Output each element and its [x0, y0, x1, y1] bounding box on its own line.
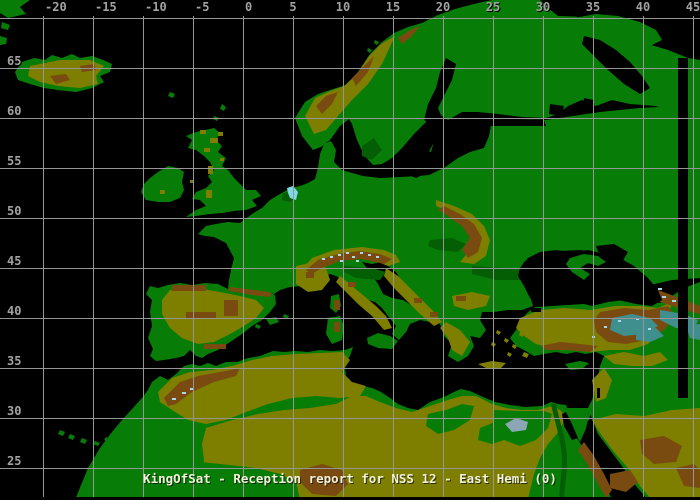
- lon-tick-label: 10: [335, 0, 351, 14]
- lon-tick-label: 5: [289, 0, 297, 14]
- lat-tick-label: 30: [7, 404, 22, 418]
- lon-tick-label: -10: [145, 0, 167, 14]
- lon-tick-label: -20: [45, 0, 67, 14]
- map-caption: KingOfSat - Reception report for NSS 12 …: [143, 471, 557, 486]
- lat-tick-label: 55: [7, 154, 22, 168]
- lat-tick-label: 65: [7, 54, 22, 68]
- lon-tick-label: 45: [685, 0, 700, 14]
- data-edge-strip: [678, 58, 688, 398]
- lat-tick-label: 40: [7, 304, 22, 318]
- lon-tick-label: 25: [485, 0, 501, 14]
- lat-tick-label: 35: [7, 354, 22, 368]
- sea-of-marmara: [531, 308, 541, 312]
- lon-tick-label: 40: [635, 0, 651, 14]
- lat-tick-label: 60: [7, 104, 22, 118]
- lon-tick-label: 30: [535, 0, 551, 14]
- lon-tick-label: 20: [435, 0, 451, 14]
- mountains-massif-core: [306, 272, 314, 278]
- dead-sea: [597, 388, 600, 398]
- lake-ladoga: [549, 104, 564, 116]
- lon-tick-label: 0: [245, 0, 253, 14]
- europe-terrain-map: [0, 0, 700, 500]
- lon-tick-label: -15: [95, 0, 117, 14]
- lat-tick-label: 25: [7, 454, 22, 468]
- lon-tick-label: 15: [385, 0, 401, 14]
- lon-tick-label: 35: [585, 0, 601, 14]
- lon-tick-label: -5: [195, 0, 210, 14]
- lat-tick-label: 45: [7, 254, 22, 268]
- lat-tick-label: 50: [7, 204, 22, 218]
- reception-map: -20 -15 -10 -5 0 5 10 15 20 25 30 35 40 …: [0, 0, 700, 500]
